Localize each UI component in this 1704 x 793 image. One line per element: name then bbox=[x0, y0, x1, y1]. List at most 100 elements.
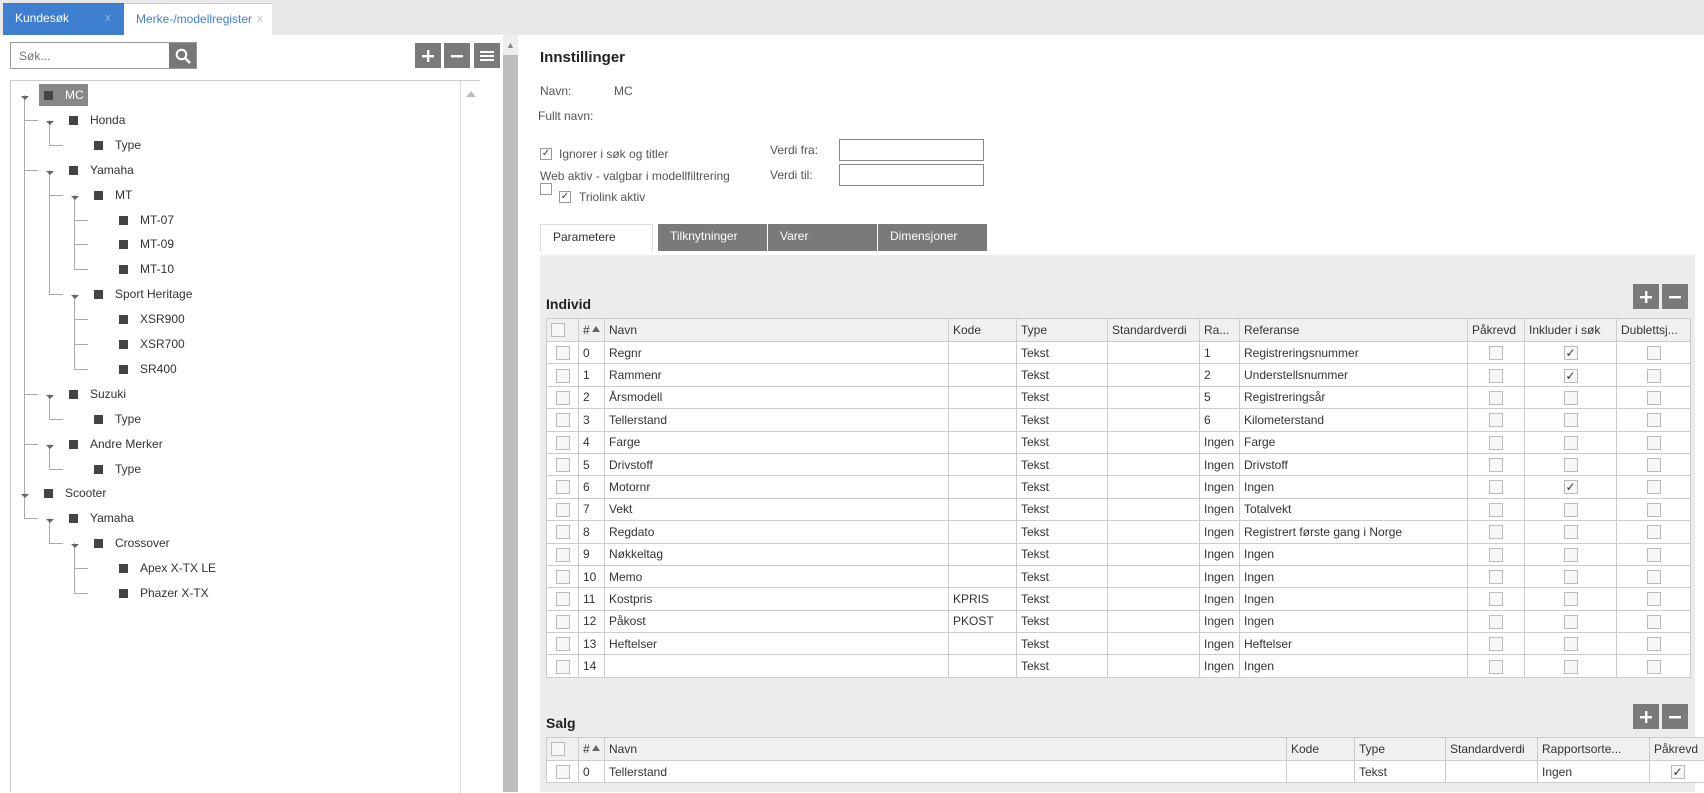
checkbox[interactable] bbox=[1564, 592, 1578, 606]
checkbox[interactable] bbox=[556, 548, 570, 562]
checkbox[interactable] bbox=[1564, 413, 1578, 427]
tab-dimensjoner[interactable]: Dimensjoner bbox=[878, 224, 987, 251]
checkbox[interactable]: ✓ bbox=[1564, 480, 1578, 494]
select-all-header[interactable] bbox=[547, 738, 579, 761]
column-header[interactable]: Ra... bbox=[1200, 319, 1240, 342]
row-select[interactable] bbox=[547, 633, 579, 655]
tree-node[interactable]: Yamaha bbox=[90, 159, 134, 181]
pane-splitter[interactable]: ▲ bbox=[503, 35, 518, 792]
row-select[interactable] bbox=[547, 521, 579, 543]
checkbox[interactable] bbox=[1489, 413, 1503, 427]
tree-node[interactable]: MT bbox=[115, 184, 132, 206]
tree-node[interactable]: MT-09 bbox=[140, 233, 174, 255]
row-select[interactable] bbox=[547, 565, 579, 587]
checkbox[interactable] bbox=[556, 570, 570, 584]
column-header[interactable]: Navn bbox=[605, 319, 949, 342]
column-header[interactable]: Referanse bbox=[1240, 319, 1468, 342]
salg-remove-button[interactable] bbox=[1662, 704, 1688, 729]
row-select[interactable] bbox=[547, 543, 579, 565]
tree-node[interactable]: Apex X-TX LE bbox=[140, 557, 216, 579]
duplicate-check-cell[interactable] bbox=[1617, 610, 1691, 632]
close-icon[interactable]: x bbox=[105, 3, 111, 33]
required-cell[interactable] bbox=[1468, 521, 1525, 543]
tab-tilknytninger[interactable]: Tilknytninger bbox=[658, 224, 767, 251]
checkbox[interactable] bbox=[551, 323, 565, 337]
tree-node[interactable]: XSR900 bbox=[140, 308, 185, 330]
tree-scrollbar[interactable] bbox=[460, 81, 480, 793]
checkbox[interactable] bbox=[1489, 570, 1503, 584]
table-row[interactable]: 11KostprisKPRISTekstIngenIngen bbox=[547, 588, 1691, 610]
include-in-search-cell[interactable] bbox=[1525, 655, 1617, 677]
triolink-checkbox[interactable]: ✓ bbox=[559, 191, 571, 203]
required-cell[interactable] bbox=[1468, 431, 1525, 453]
add-node-button[interactable] bbox=[415, 43, 441, 68]
table-row[interactable]: 13HeftelserTekstIngenHeftelser bbox=[547, 633, 1691, 655]
duplicate-check-cell[interactable] bbox=[1617, 633, 1691, 655]
tree-node[interactable]: Scooter bbox=[65, 482, 106, 504]
table-row[interactable]: 8RegdatoTekstIngenRegistrert første gang… bbox=[547, 521, 1691, 543]
row-select[interactable] bbox=[547, 386, 579, 408]
checkbox[interactable] bbox=[1647, 503, 1661, 517]
checkbox[interactable] bbox=[1647, 480, 1661, 494]
checkbox[interactable] bbox=[556, 458, 570, 472]
checkbox[interactable] bbox=[1564, 525, 1578, 539]
web-checkbox[interactable] bbox=[540, 183, 552, 195]
expand-icon[interactable] bbox=[21, 96, 29, 100]
include-in-search-cell[interactable] bbox=[1525, 453, 1617, 475]
tree-node[interactable]: MT-10 bbox=[140, 258, 174, 280]
row-select[interactable] bbox=[547, 761, 579, 783]
column-header[interactable]: # bbox=[579, 738, 605, 761]
checkbox[interactable] bbox=[1647, 436, 1661, 450]
checkbox[interactable] bbox=[1489, 458, 1503, 472]
checkbox[interactable] bbox=[1647, 637, 1661, 651]
expand-icon[interactable] bbox=[46, 395, 54, 399]
column-header[interactable]: Type bbox=[1017, 319, 1108, 342]
expand-icon[interactable] bbox=[46, 519, 54, 523]
row-select[interactable] bbox=[547, 588, 579, 610]
checkbox[interactable] bbox=[1489, 592, 1503, 606]
checkbox[interactable] bbox=[556, 592, 570, 606]
table-row[interactable]: 10MemoTekstIngenIngen bbox=[547, 565, 1691, 587]
include-in-search-cell[interactable] bbox=[1525, 521, 1617, 543]
checkbox[interactable] bbox=[1489, 369, 1503, 383]
include-in-search-cell[interactable]: ✓ bbox=[1525, 342, 1617, 364]
checkbox[interactable] bbox=[556, 615, 570, 629]
column-header[interactable]: Rapportsorte... bbox=[1538, 738, 1650, 761]
tree-node[interactable]: Yamaha bbox=[90, 507, 134, 529]
required-cell[interactable] bbox=[1468, 655, 1525, 677]
search-button[interactable] bbox=[169, 43, 196, 68]
required-cell[interactable] bbox=[1468, 386, 1525, 408]
row-select[interactable] bbox=[547, 342, 579, 364]
required-cell[interactable] bbox=[1468, 364, 1525, 386]
required-cell[interactable] bbox=[1468, 498, 1525, 520]
checkbox[interactable] bbox=[1647, 413, 1661, 427]
checkbox[interactable] bbox=[1489, 525, 1503, 539]
checkbox[interactable] bbox=[1647, 346, 1661, 360]
include-in-search-cell[interactable]: ✓ bbox=[1525, 476, 1617, 498]
table-row[interactable]: 2ÅrsmodellTekst5Registreringsår bbox=[547, 386, 1691, 408]
required-cell[interactable] bbox=[1468, 409, 1525, 431]
checkbox[interactable] bbox=[1564, 436, 1578, 450]
checkbox[interactable] bbox=[1564, 570, 1578, 584]
table-row[interactable]: 7VektTekstIngenTotalvekt bbox=[547, 498, 1691, 520]
include-in-search-cell[interactable] bbox=[1525, 431, 1617, 453]
column-header[interactable]: Inkluder i søk bbox=[1525, 319, 1617, 342]
column-header[interactable]: Type bbox=[1355, 738, 1446, 761]
scroll-up-icon[interactable] bbox=[466, 91, 476, 97]
tab-parametere[interactable]: Parametere bbox=[540, 224, 653, 251]
checkbox[interactable] bbox=[556, 525, 570, 539]
duplicate-check-cell[interactable] bbox=[1617, 588, 1691, 610]
include-in-search-cell[interactable] bbox=[1525, 386, 1617, 408]
table-row[interactable]: 1RammenrTekst2Understellsnummer✓ bbox=[547, 364, 1691, 386]
tree-node[interactable]: Type bbox=[115, 408, 141, 430]
duplicate-check-cell[interactable] bbox=[1617, 476, 1691, 498]
tree-node[interactable]: Type bbox=[115, 134, 141, 156]
duplicate-check-cell[interactable] bbox=[1617, 431, 1691, 453]
include-in-search-cell[interactable] bbox=[1525, 543, 1617, 565]
checkbox[interactable]: ✓ bbox=[1564, 369, 1578, 383]
duplicate-check-cell[interactable] bbox=[1617, 521, 1691, 543]
include-in-search-cell[interactable] bbox=[1525, 633, 1617, 655]
checkbox[interactable] bbox=[1647, 592, 1661, 606]
checkbox[interactable] bbox=[1564, 548, 1578, 562]
include-in-search-cell[interactable] bbox=[1525, 610, 1617, 632]
